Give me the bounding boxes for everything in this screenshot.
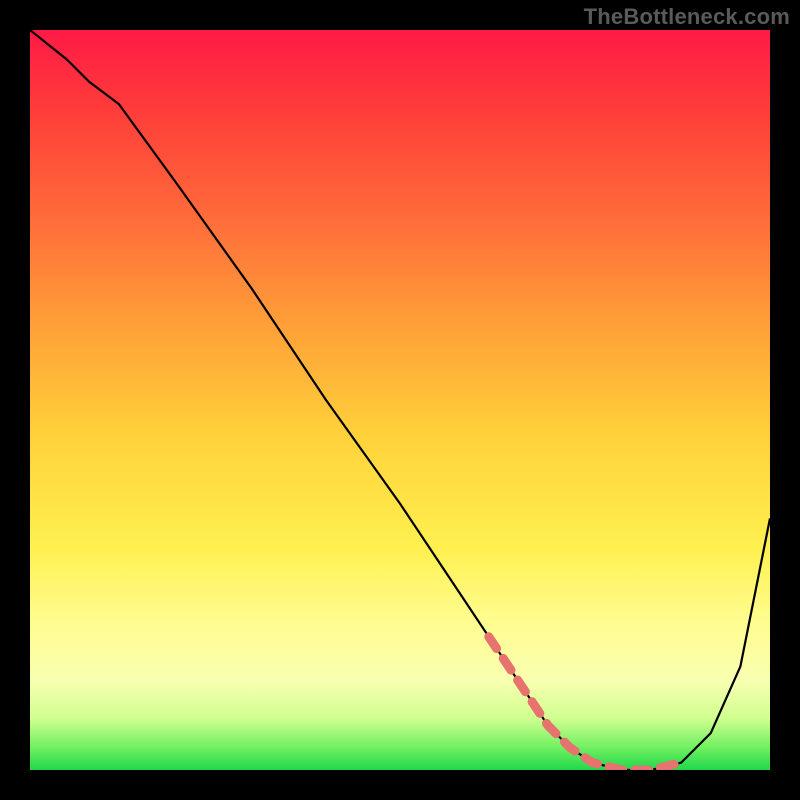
- watermark-label: TheBottleneck.com: [584, 4, 790, 30]
- bottleneck-curve: [30, 30, 770, 770]
- chart-frame: TheBottleneck.com: [0, 0, 800, 800]
- valley-highlight: [489, 637, 681, 770]
- plot-area: [30, 30, 770, 770]
- curve-layer: [30, 30, 770, 770]
